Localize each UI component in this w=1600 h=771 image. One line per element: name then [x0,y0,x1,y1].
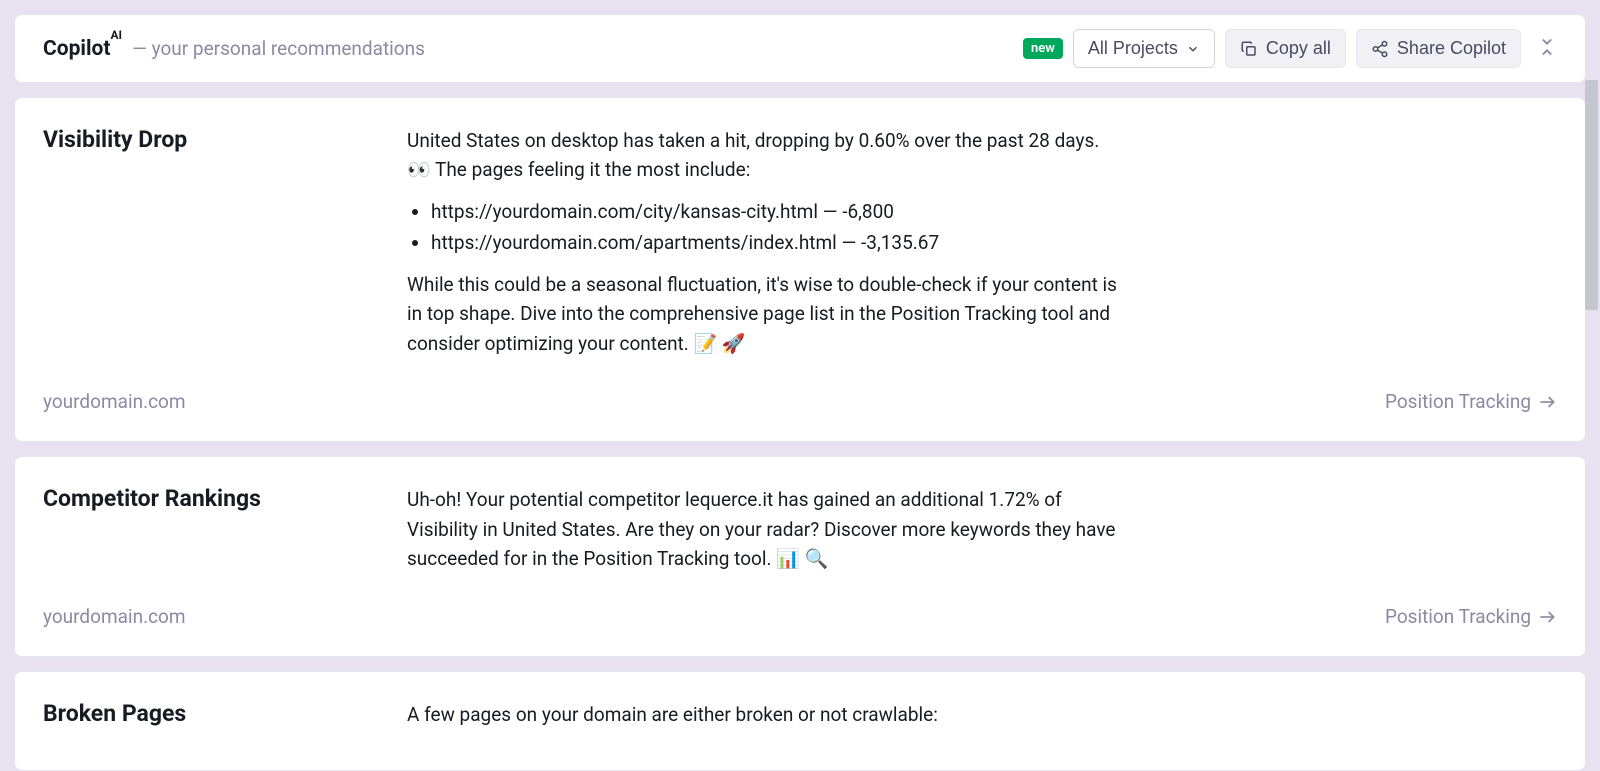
tool-link-position-tracking[interactable]: Position Tracking [1385,390,1557,413]
recommendation-card-competitor-rankings: Competitor Rankings Uh-oh! Your potentia… [14,456,1586,657]
card-domain: yourdomain.com [43,605,186,628]
card-intro: A few pages on your domain are either br… [407,700,938,729]
card-content: A few pages on your domain are either br… [407,700,938,741]
card-intro: United States on desktop has taken a hit… [407,126,1127,185]
app-title: CopilotAI [43,36,122,61]
card-content: Uh-oh! Your potential competitor lequerc… [407,485,1127,585]
project-selector-label: All Projects [1088,38,1178,59]
project-selector[interactable]: All Projects [1073,29,1215,68]
list-item: https://yourdomain.com/apartments/index.… [431,228,1127,257]
card-content: United States on desktop has taken a hit… [407,126,1127,370]
card-outro: While this could be a seasonal fluctuati… [407,270,1127,358]
tool-link-position-tracking[interactable]: Position Tracking [1385,605,1557,628]
title-group: CopilotAI — your personal recommendation… [43,36,425,61]
share-copilot-button[interactable]: Share Copilot [1356,29,1521,68]
tool-link-label: Position Tracking [1385,605,1531,628]
card-footer: yourdomain.com Position Tracking [43,390,1557,413]
collapse-icon[interactable] [1537,37,1557,61]
card-title: Broken Pages [43,700,383,727]
arrow-right-icon [1537,607,1557,627]
app-subtitle: — your personal recommendations [132,37,425,60]
share-icon [1371,40,1389,58]
scrollbar-thumb[interactable] [1585,80,1598,310]
recommendation-card-broken-pages: Broken Pages A few pages on your domain … [14,671,1586,770]
copy-all-label: Copy all [1266,38,1331,59]
recommendation-card-visibility-drop: Visibility Drop United States on desktop… [14,97,1586,442]
share-copilot-label: Share Copilot [1397,38,1506,59]
card-footer: yourdomain.com Position Tracking [43,605,1557,628]
tool-link-label: Position Tracking [1385,390,1531,413]
copy-all-button[interactable]: Copy all [1225,29,1346,68]
copy-icon [1240,40,1258,58]
copilot-header: CopilotAI — your personal recommendation… [14,14,1586,83]
card-title: Competitor Rankings [43,485,383,512]
header-actions: new All Projects Copy all Share Copilot [1023,29,1557,68]
list-item: https://yourdomain.com/city/kansas-city.… [431,197,1127,226]
new-badge: new [1023,38,1063,59]
card-domain: yourdomain.com [43,390,186,413]
arrow-right-icon [1537,392,1557,412]
chevron-down-icon [1186,42,1200,56]
card-title: Visibility Drop [43,126,383,153]
card-list: https://yourdomain.com/city/kansas-city.… [407,197,1127,258]
card-intro: Uh-oh! Your potential competitor lequerc… [407,485,1127,573]
